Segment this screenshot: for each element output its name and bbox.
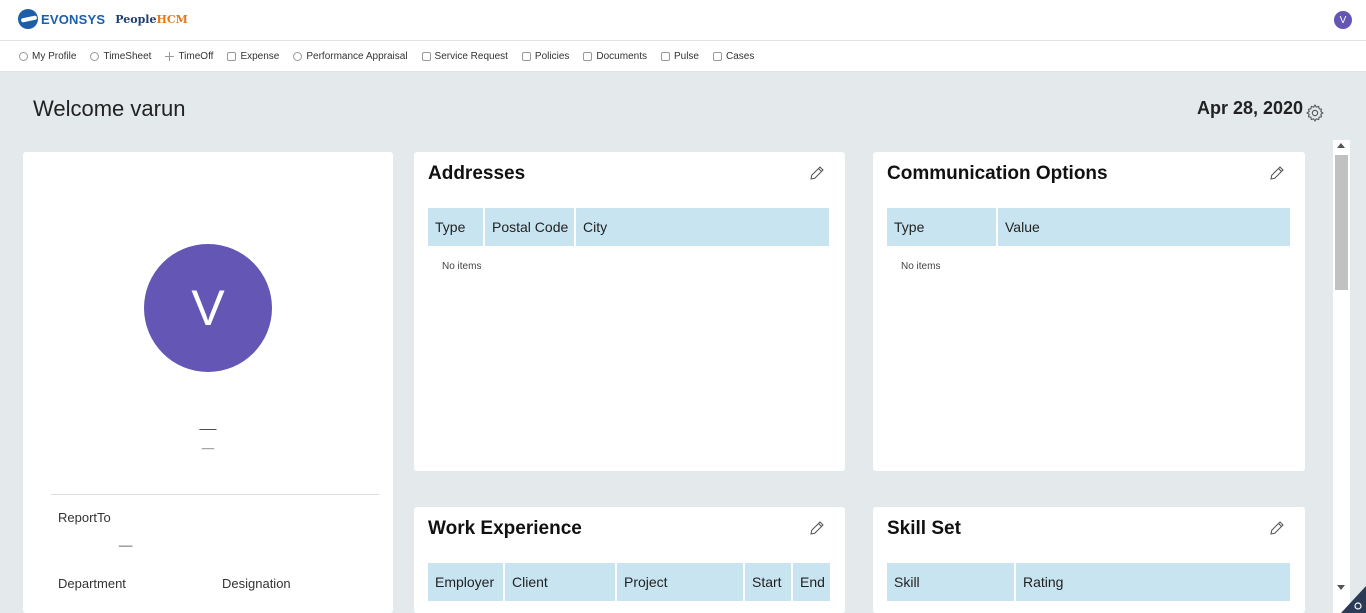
top-bar: EVONSYS PeopleHCM V — [0, 0, 1366, 41]
work-experience-card: Work Experience Employer Client Project … — [414, 507, 845, 613]
column-header[interactable]: Skill — [887, 563, 1014, 601]
product-name-a: People — [115, 12, 157, 26]
nav-performance-appraisal[interactable]: Performance Appraisal — [293, 50, 408, 62]
report-to-label: ReportTo — [58, 510, 111, 525]
pencil-icon[interactable] — [1268, 519, 1286, 537]
chat-icon — [660, 51, 670, 61]
scroll-thumb[interactable] — [1335, 155, 1348, 290]
divider — [51, 494, 379, 495]
clock-icon — [90, 51, 100, 61]
gear-icon[interactable] — [1305, 103, 1325, 123]
pencil-icon[interactable] — [1268, 164, 1286, 182]
logo[interactable]: EVONSYS PeopleHCM — [18, 9, 188, 29]
gauge-icon — [293, 51, 303, 61]
settings-corner-icon[interactable] — [1341, 586, 1366, 613]
nav-label: TimeSheet — [103, 50, 152, 62]
nav-label: Service Request — [434, 50, 508, 62]
column-header[interactable]: Client — [505, 563, 615, 601]
empty-message: No items — [901, 261, 941, 272]
user-avatar[interactable]: V — [1334, 11, 1352, 29]
plus-icon — [165, 51, 175, 61]
communication-table-header: Type Value — [887, 208, 1290, 246]
nav-my-profile[interactable]: My Profile — [19, 51, 76, 62]
profile-subtitle: __ — [201, 438, 215, 450]
pencil-icon[interactable] — [808, 164, 826, 182]
scroll-up-arrow-icon[interactable] — [1337, 143, 1345, 148]
report-to-value: __ — [119, 533, 133, 547]
nav-label: Pulse — [673, 50, 699, 62]
briefcase-icon — [712, 51, 722, 61]
grid-icon — [521, 51, 531, 61]
column-header[interactable]: Employer — [428, 563, 503, 601]
nav-documents[interactable]: Documents — [583, 51, 647, 62]
column-header[interactable]: Rating — [1016, 563, 1290, 601]
column-header[interactable]: Type — [887, 208, 996, 246]
product-logo: PeopleHCM — [115, 13, 188, 26]
main-nav: My Profile TimeSheet TimeOff Expense Per… — [0, 41, 1366, 72]
nav-label: Policies — [534, 50, 570, 62]
skill-set-card: Skill Set Skill Rating — [873, 507, 1305, 613]
department-label: Department — [58, 576, 126, 591]
wrench-icon — [421, 51, 431, 61]
profile-name: __ — [199, 414, 217, 431]
profile-avatar: V — [144, 244, 272, 372]
column-header[interactable]: Start — [745, 563, 791, 601]
nav-timeoff[interactable]: TimeOff — [165, 51, 213, 62]
nav-label: TimeOff — [178, 50, 214, 62]
column-header[interactable]: Value — [998, 208, 1290, 246]
nav-label: Cases — [725, 50, 755, 62]
communication-title: Communication Options — [887, 163, 1108, 184]
nav-label: Documents — [596, 50, 647, 62]
nav-label: My Profile — [32, 50, 77, 62]
addresses-title: Addresses — [428, 163, 526, 184]
designation-label: Designation — [222, 576, 291, 591]
nav-service-request[interactable]: Service Request — [421, 50, 508, 62]
nav-expense[interactable]: Expense — [227, 51, 279, 62]
empty-message: No items — [442, 261, 482, 272]
column-header[interactable]: Postal Code — [485, 208, 574, 246]
nav-label: Performance Appraisal — [306, 50, 408, 62]
column-header[interactable]: End — [793, 563, 830, 601]
logo-text: EVONSYS — [41, 11, 106, 27]
vertical-scrollbar[interactable] — [1333, 140, 1350, 613]
nav-label: Expense — [240, 50, 280, 62]
page-title: Welcome varun — [33, 96, 186, 121]
work-experience-table-header: Employer Client Project Start End — [428, 563, 830, 601]
addresses-table-header: Type Postal Code City — [428, 208, 829, 246]
column-header[interactable]: Type — [428, 208, 483, 246]
person-icon — [19, 51, 28, 61]
product-name-b: HCM — [156, 12, 188, 26]
column-header[interactable]: Project — [617, 563, 743, 601]
skill-set-table-header: Skill Rating — [887, 563, 1290, 601]
document-icon — [583, 51, 593, 61]
addresses-card: Addresses Type Postal Code City No items — [414, 152, 845, 471]
skill-set-title: Skill Set — [887, 518, 961, 539]
current-date: Apr 28, 2020 — [1197, 98, 1304, 118]
bank-icon — [227, 51, 237, 61]
pencil-icon[interactable] — [808, 519, 826, 537]
nav-policies[interactable]: Policies — [521, 50, 570, 62]
evonsys-logo-icon — [18, 9, 38, 29]
nav-cases[interactable]: Cases — [712, 50, 755, 62]
nav-pulse[interactable]: Pulse — [660, 50, 699, 62]
profile-card: V __ __ ReportTo __ Department Designati… — [23, 152, 393, 613]
communication-card: Communication Options Type Value No item… — [873, 152, 1305, 471]
nav-timesheet[interactable]: TimeSheet — [90, 51, 151, 62]
column-header[interactable]: City — [576, 208, 829, 246]
work-experience-title: Work Experience — [428, 518, 582, 539]
